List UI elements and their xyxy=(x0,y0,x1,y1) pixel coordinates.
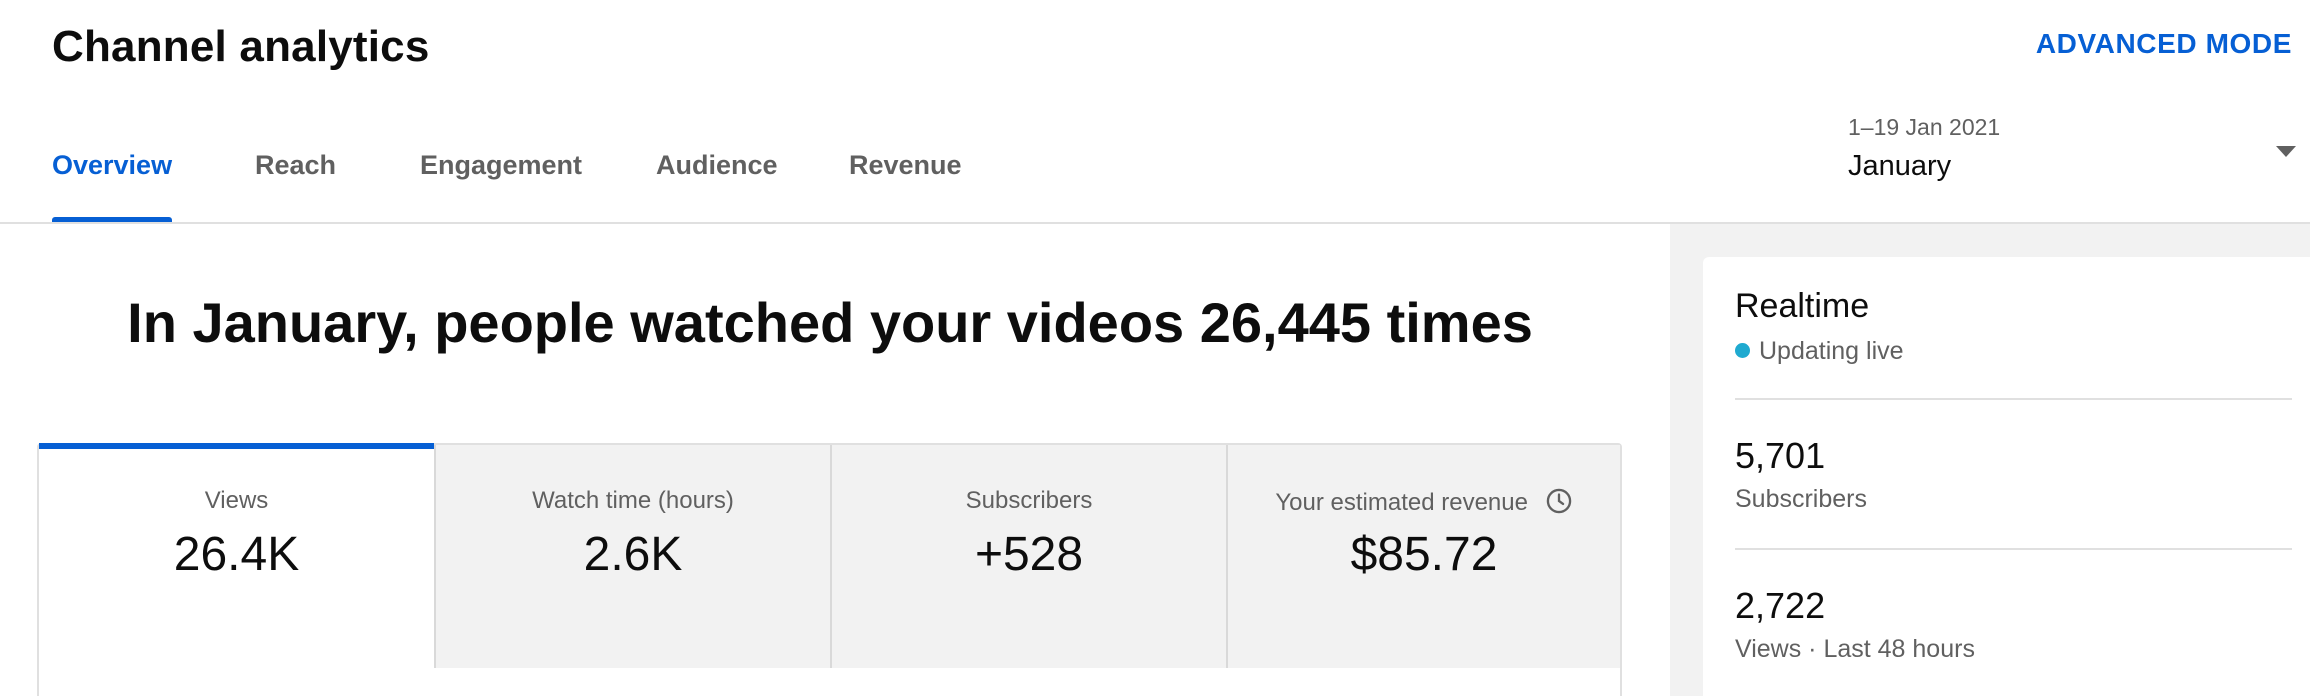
tab-label: Audience xyxy=(656,150,778,180)
channel-analytics-page: Channel analytics ADVANCED MODE Overview… xyxy=(0,0,2310,696)
live-dot-icon xyxy=(1735,343,1750,358)
realtime-views-label: Views · Last 48 hours xyxy=(1735,635,1975,663)
advanced-mode-button[interactable]: ADVANCED MODE xyxy=(2036,28,2292,60)
metric-value: 2.6K xyxy=(583,528,683,581)
realtime-views-value: 2,722 xyxy=(1735,585,1826,626)
clock-icon[interactable] xyxy=(1545,487,1573,515)
metric-label: Views xyxy=(204,487,269,514)
date-range-selected: January xyxy=(1848,150,1952,182)
metric-label: Watch time (hours) xyxy=(532,487,734,514)
tab-audience[interactable]: Audience xyxy=(656,150,778,222)
tab-reach[interactable]: Reach xyxy=(255,150,336,222)
tab-label: Overview xyxy=(52,150,173,180)
metric-label-row: Your estimated revenue xyxy=(1228,487,1620,517)
realtime-subscribers-label: Subscribers xyxy=(1735,485,1867,513)
tab-label: Reach xyxy=(255,150,337,180)
tab-label: Engagement xyxy=(420,150,583,180)
metric-value: 26.4K xyxy=(173,528,300,581)
tab-engagement[interactable]: Engagement xyxy=(420,150,582,222)
metric-label: Subscribers xyxy=(965,487,1093,514)
page-title: Channel analytics xyxy=(52,22,430,71)
metric-value: +528 xyxy=(974,528,1084,581)
summary-headline: In January, people watched your videos 2… xyxy=(127,291,1533,354)
chart-area xyxy=(37,668,1622,696)
realtime-status: Updating live xyxy=(1735,337,1904,366)
tab-revenue[interactable]: Revenue xyxy=(849,150,962,222)
divider xyxy=(1735,398,2292,400)
metric-card-revenue[interactable]: Your estimated revenue $85.72 xyxy=(1226,445,1620,670)
realtime-card: Realtime Updating live 5,701 Subscribers… xyxy=(1703,257,2310,696)
metric-card-watch-time[interactable]: Watch time (hours) 2.6K xyxy=(434,445,830,670)
metric-cards: Views 26.4K Watch time (hours) 2.6K Subs… xyxy=(37,443,1622,696)
tab-label: Revenue xyxy=(849,150,962,180)
realtime-status-text: Updating live xyxy=(1759,337,1904,365)
date-range-text: 1–19 Jan 2021 xyxy=(1848,114,2001,140)
metric-card-views[interactable]: Views 26.4K xyxy=(39,443,434,670)
dropdown-caret-icon xyxy=(2276,146,2296,157)
metric-value: $85.72 xyxy=(1350,528,1498,581)
date-range-dropdown[interactable]: 1–19 Jan 2021 January xyxy=(1848,110,2296,190)
divider xyxy=(1735,548,2292,550)
realtime-title: Realtime xyxy=(1735,287,1870,325)
metric-label: Your estimated revenue xyxy=(1275,489,1528,516)
realtime-subscribers-value: 5,701 xyxy=(1735,435,1826,476)
tab-overview[interactable]: Overview xyxy=(52,150,173,222)
metric-card-subscribers[interactable]: Subscribers +528 xyxy=(830,445,1226,670)
